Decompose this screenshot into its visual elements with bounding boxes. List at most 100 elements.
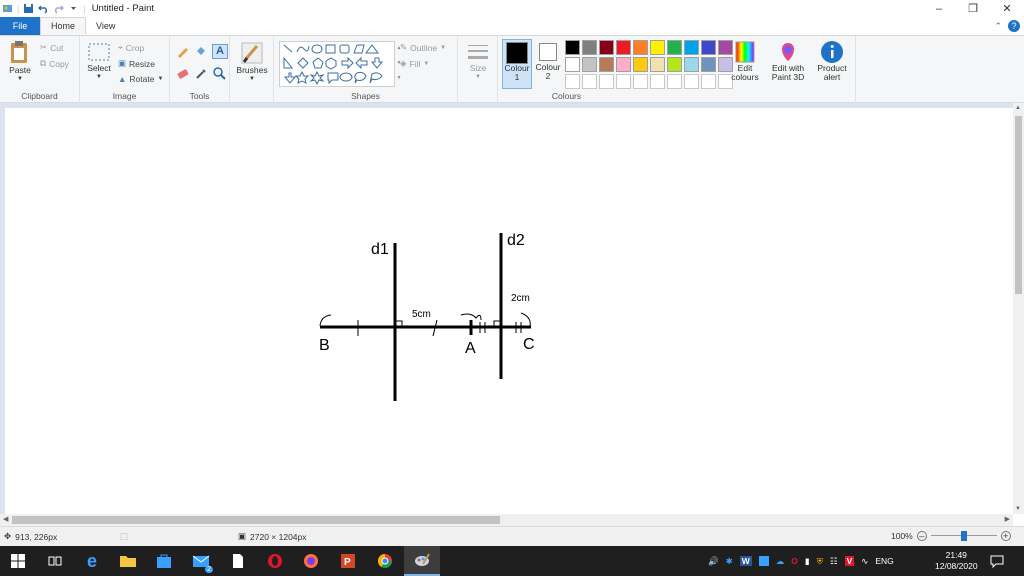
- palette-swatch[interactable]: [701, 40, 716, 55]
- custom-colour-slot[interactable]: [599, 74, 614, 89]
- palette-swatch[interactable]: [650, 40, 665, 55]
- size-button[interactable]: Size ▼: [463, 42, 493, 82]
- bluetooth-icon[interactable]: ✱: [726, 556, 733, 567]
- zoom-out-icon[interactable]: –: [916, 531, 927, 541]
- wifi-icon[interactable]: ∿: [861, 556, 868, 567]
- taskbar-powerpoint[interactable]: P: [330, 546, 366, 576]
- custom-colour-slot[interactable]: [701, 74, 716, 89]
- custom-colour-slot[interactable]: [684, 74, 699, 89]
- custom-colour-slot[interactable]: [616, 74, 631, 89]
- tab-file[interactable]: File: [0, 17, 40, 35]
- palette-swatch[interactable]: [565, 40, 580, 55]
- magnifier-icon[interactable]: [212, 66, 228, 82]
- palette-swatch[interactable]: [599, 40, 614, 55]
- taskbar-paint[interactable]: [404, 546, 440, 576]
- colour1-button[interactable]: Colour 1: [502, 39, 532, 89]
- start-button[interactable]: [0, 546, 36, 576]
- palette-swatch[interactable]: [633, 57, 648, 72]
- palette-swatch[interactable]: [684, 57, 699, 72]
- fill-button[interactable]: ◈ Fill ▼: [400, 58, 429, 69]
- text-icon[interactable]: A: [212, 44, 228, 59]
- notifications-button[interactable]: [990, 546, 1004, 576]
- taskbar-document[interactable]: [220, 546, 256, 576]
- horizontal-scrollbar[interactable]: ◀ ▶: [0, 514, 1013, 526]
- drawing-canvas[interactable]: d1 d2 5cm 2cm A B C: [5, 108, 1013, 514]
- brushes-button[interactable]: Brushes ▼: [234, 40, 270, 84]
- zoom-slider-thumb[interactable]: [960, 531, 967, 541]
- zoom-in-icon[interactable]: +: [1000, 531, 1011, 541]
- tab-home[interactable]: Home: [40, 17, 87, 35]
- volume-icon[interactable]: 🔊: [708, 556, 719, 567]
- network-share-icon[interactable]: ☷: [830, 556, 838, 567]
- select-button[interactable]: Select ▼: [86, 40, 112, 82]
- help-icon[interactable]: ?: [1008, 20, 1020, 32]
- rotate-button[interactable]: ▲ Rotate ▼: [118, 74, 163, 84]
- tab-view[interactable]: View: [86, 17, 125, 35]
- save-icon[interactable]: [23, 3, 34, 14]
- shield-icon[interactable]: ⛨: [817, 556, 823, 567]
- tray-onedrive-icon[interactable]: ☁: [776, 556, 785, 567]
- restore-button[interactable]: ❐: [956, 0, 990, 17]
- fill-icon[interactable]: [194, 44, 210, 60]
- palette-swatch[interactable]: [582, 40, 597, 55]
- cut-button[interactable]: ✂ Cut: [40, 42, 63, 53]
- scroll-right-icon[interactable]: ▶: [1005, 515, 1010, 523]
- custom-colour-slot[interactable]: [667, 74, 682, 89]
- palette-swatch[interactable]: [616, 57, 631, 72]
- task-view-button[interactable]: [37, 546, 73, 576]
- palette-swatch[interactable]: [650, 57, 665, 72]
- copy-button[interactable]: ⧉ Copy: [40, 58, 69, 69]
- palette-swatch[interactable]: [616, 40, 631, 55]
- taskbar-opera[interactable]: [257, 546, 293, 576]
- scroll-up-icon[interactable]: ▲: [1015, 105, 1021, 111]
- taskbar-store[interactable]: [146, 546, 182, 576]
- battery-icon[interactable]: ▮: [805, 556, 810, 567]
- pencil-icon[interactable]: [176, 44, 192, 60]
- taskbar-chrome[interactable]: [367, 546, 403, 576]
- custom-colour-slot[interactable]: [565, 74, 580, 89]
- taskbar-explorer[interactable]: [110, 546, 146, 576]
- word-icon[interactable]: W: [739, 556, 752, 566]
- undo-icon[interactable]: [38, 3, 49, 14]
- product-alert-button[interactable]: Product alert: [813, 40, 851, 82]
- palette-swatch[interactable]: [684, 40, 699, 55]
- colour-picker-icon[interactable]: [194, 66, 210, 82]
- vertical-scrollbar[interactable]: ▲ ▼: [1013, 103, 1024, 514]
- palette-swatch[interactable]: [599, 57, 614, 72]
- eraser-icon[interactable]: [176, 66, 192, 82]
- palette-swatch[interactable]: [667, 57, 682, 72]
- tray-opera-icon[interactable]: O: [791, 556, 798, 566]
- paint3d-button[interactable]: Edit with Paint 3D: [767, 40, 809, 82]
- taskbar-firefox[interactable]: [293, 546, 329, 576]
- crop-button[interactable]: ⌖ Crop: [118, 42, 144, 53]
- taskbar-mail[interactable]: 2: [183, 546, 219, 576]
- outline-button[interactable]: ✎ Outline ▼: [400, 42, 446, 53]
- palette-swatch[interactable]: [701, 57, 716, 72]
- close-button[interactable]: ✕: [990, 0, 1024, 17]
- custom-colour-slot[interactable]: [633, 74, 648, 89]
- palette-swatch[interactable]: [565, 57, 580, 72]
- tray-vivaldi-icon[interactable]: V: [844, 556, 855, 566]
- collapse-ribbon-icon[interactable]: ⌃: [994, 21, 1002, 32]
- zoom-slider[interactable]: [930, 531, 997, 541]
- paste-button[interactable]: Paste ▼: [6, 40, 34, 84]
- clock[interactable]: 21:49 12/08/2020: [935, 546, 978, 576]
- palette-swatch[interactable]: [582, 57, 597, 72]
- language-indicator[interactable]: ENG: [875, 556, 893, 566]
- scroll-left-icon[interactable]: ◀: [3, 515, 8, 523]
- redo-icon[interactable]: [53, 3, 65, 14]
- horizontal-scroll-thumb[interactable]: [12, 516, 500, 524]
- palette-swatch[interactable]: [667, 40, 682, 55]
- customize-qa-icon[interactable]: [68, 3, 79, 14]
- shapes-gallery[interactable]: [279, 41, 395, 87]
- vertical-scroll-thumb[interactable]: [1015, 116, 1022, 294]
- colour2-button[interactable]: Colour 2: [534, 41, 562, 81]
- resize-button[interactable]: ▣ Resize: [118, 58, 155, 69]
- minimize-button[interactable]: –: [922, 0, 956, 17]
- edit-colours-button[interactable]: Edit colours: [730, 40, 760, 82]
- scroll-down-icon[interactable]: ▼: [1015, 506, 1021, 512]
- palette-swatch[interactable]: [633, 40, 648, 55]
- custom-colour-slot[interactable]: [582, 74, 597, 89]
- custom-colour-slot[interactable]: [650, 74, 665, 89]
- tray-app-icon[interactable]: [758, 556, 769, 566]
